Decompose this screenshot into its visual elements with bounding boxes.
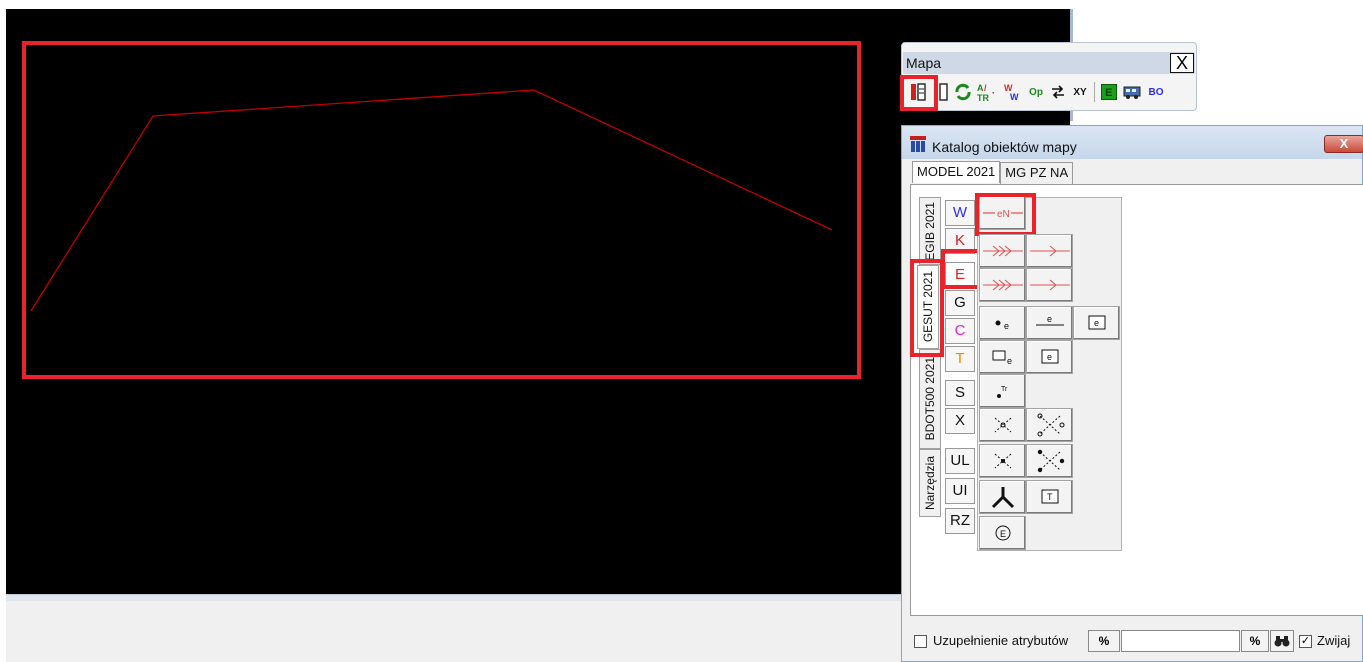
- toolbar-separator: [1094, 82, 1096, 102]
- katalog-title-bar[interactable]: Katalog obiektów mapy X: [902, 126, 1363, 159]
- svg-text:A: A: [977, 83, 984, 93]
- category-button-rz[interactable]: RZ: [945, 508, 975, 534]
- symbol-circle-e-label: E: [1000, 529, 1006, 539]
- katalog-close-button[interactable]: X: [1324, 135, 1363, 153]
- symbol-line-e-label: e: [1047, 314, 1052, 324]
- mapa-tools: A / TR · WW Op XY E BO: [908, 80, 1166, 104]
- category-button-g[interactable]: G: [945, 290, 975, 316]
- symbol-box-e-2-label: e: [1047, 352, 1052, 362]
- category-button-x[interactable]: X: [945, 408, 975, 434]
- collapse-label: Zwijaj: [1317, 633, 1351, 648]
- bo-tool-icon[interactable]: BO: [1146, 82, 1166, 102]
- symbol-cross-open-ends[interactable]: [1026, 408, 1073, 442]
- e-tool-icon[interactable]: E: [1100, 82, 1118, 102]
- mapa-close-button[interactable]: X: [1170, 53, 1194, 73]
- symbol-cross-filled[interactable]: [979, 444, 1026, 478]
- symbol-transformer-point[interactable]: Tr: [979, 374, 1026, 408]
- symbol-box-t[interactable]: T: [1026, 480, 1073, 514]
- katalog-bottom-bar: Uzupełnienie atrybutów % % ✓ Zwijaj: [902, 622, 1363, 662]
- svg-text:W: W: [1010, 92, 1019, 102]
- symbol-line-e[interactable]: e: [1026, 306, 1073, 340]
- katalog-app-icon: [910, 136, 926, 152]
- tab-mg-pz-na[interactable]: MG PZ NA: [1000, 162, 1074, 184]
- side-tab-egib-label: EGIB 2021: [923, 201, 937, 261]
- category-button-c[interactable]: C: [945, 318, 975, 344]
- swap-arrows-icon[interactable]: [1050, 82, 1066, 102]
- category-button-ui[interactable]: UI: [945, 478, 975, 504]
- symbol-pole[interactable]: [979, 480, 1026, 514]
- svg-text:E: E: [1105, 87, 1112, 99]
- category-button-s[interactable]: S: [945, 380, 975, 406]
- attr-checkbox[interactable]: [914, 635, 927, 648]
- symbol-cross-open[interactable]: [979, 408, 1026, 442]
- symbol-point-e-label: e: [1004, 321, 1009, 331]
- tab-model-2021[interactable]: MODEL 2021: [912, 161, 1001, 183]
- symbol-box-e-2[interactable]: e: [1026, 340, 1073, 374]
- search-input[interactable]: [1121, 630, 1240, 652]
- app-root: Mapa X A / TR · WW Op XY E BO Katalog ob…: [0, 0, 1363, 662]
- side-tab-bdot500[interactable]: BDOT500 2021: [919, 349, 941, 449]
- symbol-circle-e[interactable]: E: [979, 516, 1026, 550]
- svg-text:/: /: [984, 83, 987, 93]
- attr-checkbox-label: Uzupełnienie atrybutów: [933, 633, 1069, 648]
- highlight-polyline-frame: [22, 41, 861, 379]
- percent-button-2[interactable]: %: [1241, 630, 1269, 652]
- symbol-triple-arrow-2[interactable]: [979, 268, 1026, 302]
- vehicle-tool-icon[interactable]: [1122, 82, 1142, 102]
- mapa-toolbar: Mapa X A / TR · WW Op XY E BO: [901, 42, 1197, 111]
- op-tool-icon[interactable]: Op: [1026, 82, 1046, 102]
- binoculars-icon[interactable]: [1270, 630, 1294, 652]
- katalog-tabs: MODEL 2021 MG PZ NA: [912, 161, 1074, 184]
- side-tab-narzedzia-label: Narzędzia: [923, 455, 937, 511]
- collapse-checkbox[interactable]: ✓: [1299, 635, 1312, 648]
- side-tab-narzedzia[interactable]: Narzędzia: [919, 449, 941, 517]
- highlight-en-symbol: [975, 193, 1036, 236]
- xy-tool-icon[interactable]: XY: [1070, 82, 1090, 102]
- katalog-title: Katalog obiektów mapy: [932, 139, 1077, 155]
- ak-tr-tool-icon[interactable]: A / TR ·: [976, 82, 998, 102]
- symbol-box-e-label: e: [1094, 318, 1099, 328]
- percent-button[interactable]: %: [1088, 630, 1120, 652]
- symbol-rect-e[interactable]: e: [979, 340, 1026, 374]
- symbol-transformer-label: Tr: [1001, 386, 1008, 393]
- svg-text:TR: TR: [977, 93, 989, 102]
- category-button-w[interactable]: W: [945, 200, 975, 226]
- symbol-point-e[interactable]: e: [979, 306, 1026, 340]
- symbol-box-t-label: T: [1047, 492, 1053, 502]
- svg-text:·: ·: [992, 88, 995, 98]
- symbol-single-arrow-1[interactable]: [1026, 234, 1073, 268]
- highlight-e-category: [941, 249, 981, 289]
- symbol-rect-e-label: e: [1007, 356, 1012, 366]
- refresh-icon[interactable]: [954, 82, 972, 102]
- ww-tool-icon[interactable]: WW: [1002, 82, 1022, 102]
- symbol-box-e[interactable]: e: [1073, 306, 1120, 340]
- side-tab-egib[interactable]: EGIB 2021: [919, 197, 941, 265]
- highlight-gesut-tab: [910, 259, 944, 357]
- mapa-title: Mapa: [906, 55, 942, 71]
- side-tab-bdot500-label: BDOT500 2021: [923, 357, 937, 441]
- category-button-ul[interactable]: UL: [945, 448, 975, 474]
- symbol-cross-filled-ends[interactable]: [1026, 444, 1073, 478]
- symbol-triple-arrow-1[interactable]: [979, 234, 1026, 268]
- symbol-single-arrow-2[interactable]: [1026, 268, 1073, 302]
- mapa-title-bar[interactable]: Mapa: [903, 52, 1195, 74]
- highlight-catalog-tool: [900, 75, 938, 111]
- category-button-t[interactable]: T: [945, 346, 975, 372]
